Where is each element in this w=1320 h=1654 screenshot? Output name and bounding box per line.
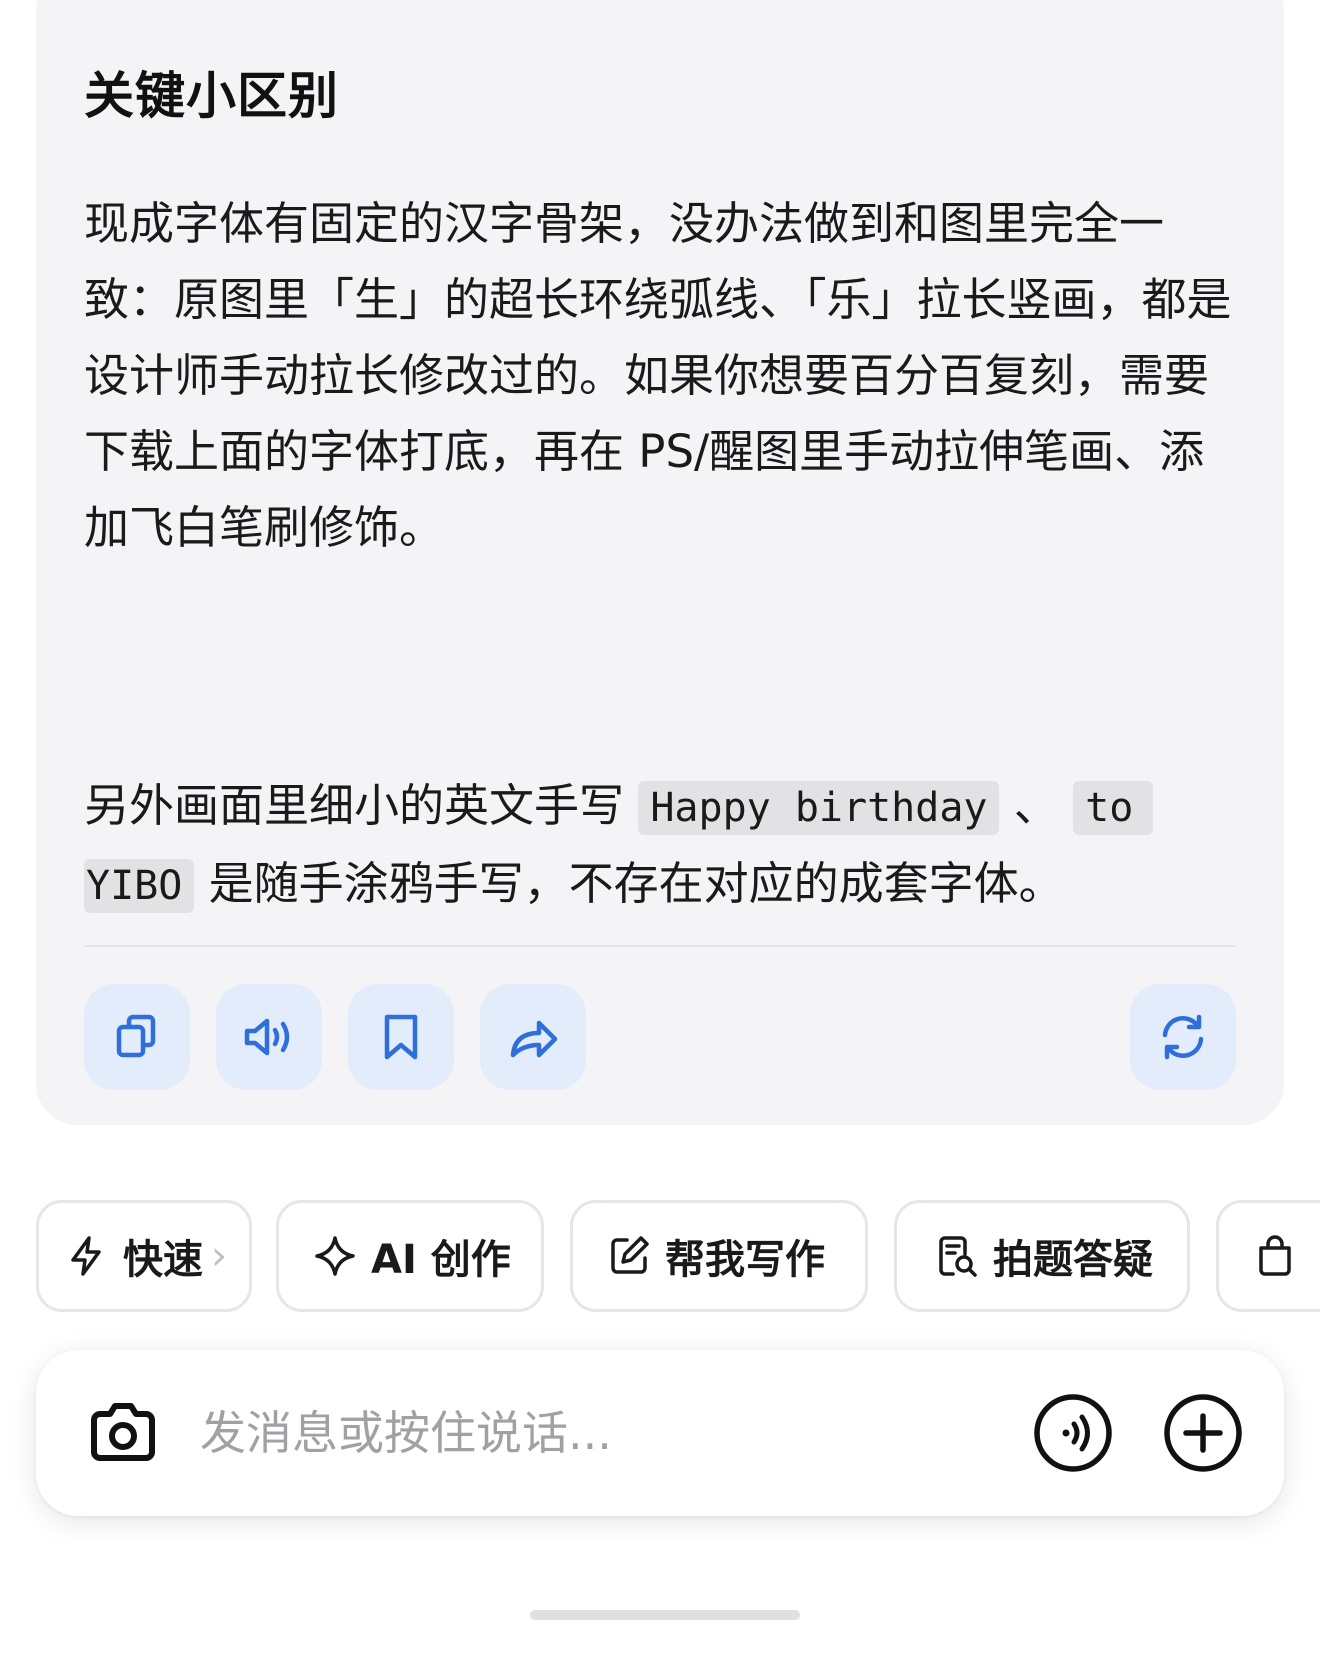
paragraph-text: 是随手涂鸦手写，不存在对应的成套字体。 [208, 857, 1064, 910]
chip-label: 拍题答疑 [993, 1237, 1153, 1283]
bookmark-button[interactable] [348, 984, 454, 1090]
voice-icon[interactable] [1032, 1392, 1114, 1474]
home-indicator [530, 1610, 800, 1620]
message-paragraph-2: 另外画面里细小的英文手写 Happy birthday 、 to YIBO 是随… [84, 768, 1244, 924]
chip-label: 帮我写作 [665, 1237, 825, 1283]
chat-page: 关键小区别 现成字体有固定的汉字骨架，没办法做到和图里完全一致：原图里「生」的超… [0, 0, 1320, 1654]
separator-text: 、 [1013, 779, 1059, 832]
share-icon [510, 1020, 558, 1058]
divider [84, 945, 1236, 947]
inline-code: YIBO [84, 859, 195, 913]
read-aloud-button[interactable] [216, 984, 322, 1090]
inline-code: Happy birthday [638, 781, 1000, 835]
inline-code: to [1073, 781, 1154, 835]
copy-icon [116, 1014, 156, 1058]
camera-icon[interactable] [84, 1394, 162, 1472]
message-input-bar [36, 1350, 1284, 1516]
message-input[interactable] [200, 1400, 900, 1466]
chip-more[interactable] [1216, 1200, 1320, 1312]
regenerate-button[interactable] [1130, 984, 1236, 1090]
edit-icon [611, 1236, 649, 1274]
chip-help-write[interactable]: 帮我写作 [570, 1200, 868, 1312]
search-doc-icon [939, 1236, 977, 1277]
message-heading: 关键小区别 [84, 67, 339, 125]
chip-label: AI 创作 [371, 1237, 511, 1283]
message-paragraph: 现成字体有固定的汉字骨架，没办法做到和图里完全一致：原图里「生」的超长环绕弧线、… [84, 197, 1232, 554]
bookmark-icon [384, 1014, 418, 1060]
speaker-icon [244, 1018, 290, 1056]
chip-label: 快速 [123, 1237, 203, 1283]
lightning-icon [71, 1236, 101, 1276]
sparkle-icon [315, 1236, 355, 1276]
chip-fast[interactable]: 快速 › [36, 1200, 252, 1312]
plus-icon[interactable] [1162, 1392, 1244, 1474]
chip-ai-create[interactable]: AI 创作 [276, 1200, 544, 1312]
chevron-right-icon: › [211, 1233, 227, 1279]
refresh-icon [1162, 1014, 1204, 1060]
paragraph-text: 另外画面里细小的英文手写 [84, 779, 625, 832]
copy-button[interactable] [84, 984, 190, 1090]
bag-icon [1259, 1235, 1291, 1276]
chip-photo-question[interactable]: 拍题答疑 [894, 1200, 1190, 1312]
share-button[interactable] [480, 984, 586, 1090]
